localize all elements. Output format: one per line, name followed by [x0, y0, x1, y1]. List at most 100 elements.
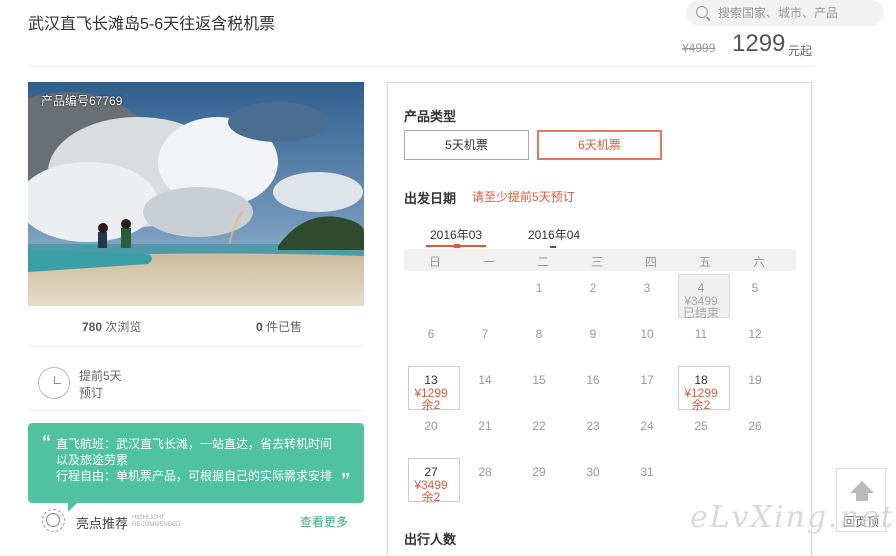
views-stat: 780 次浏览	[82, 318, 141, 335]
day-number: 31	[640, 465, 654, 479]
month-tab-april[interactable]: 2016年04	[528, 226, 580, 243]
day-number: 22	[532, 419, 546, 433]
search-input[interactable]	[718, 2, 878, 24]
day-number: 28	[478, 465, 492, 479]
calendar-day-available[interactable]: 13 ¥1299 余2	[404, 366, 460, 411]
calendar-day: 3	[620, 281, 674, 295]
month-indicator	[454, 244, 460, 248]
calendar-day: 1	[512, 281, 566, 295]
day-number: 25	[694, 419, 708, 433]
type-6day-button[interactable]: 6天机票	[537, 130, 662, 160]
calendar-day: 29	[512, 465, 566, 479]
view-more-link[interactable]: 查看更多	[300, 513, 348, 530]
arrow-up-icon	[850, 481, 874, 493]
day-number: 30	[586, 465, 600, 479]
watermark: eLvXing.net	[690, 500, 895, 535]
calendar-day: 21	[458, 419, 512, 433]
calendar-day: 7	[458, 327, 512, 341]
calendar-day-available[interactable]: 27 ¥3499 余2	[404, 458, 460, 504]
original-price: ¥4999	[682, 41, 716, 55]
highlight-line: 直飞航班：武汉直飞长滩，一站直达，省去转机时间	[56, 437, 333, 451]
views-count: 780	[82, 320, 103, 334]
day-number: 23	[586, 419, 600, 433]
day-number: 17	[640, 373, 654, 387]
weekday-wed: 三	[590, 255, 603, 269]
day-number: 20	[424, 419, 438, 433]
calendar-weekday-header: 日 一 二 三 四 五 六	[404, 249, 796, 271]
day-number: 29	[532, 465, 546, 479]
product-code: 产品编号67769	[41, 94, 123, 108]
day-number: 9	[589, 327, 597, 341]
sun-icon	[42, 509, 65, 532]
day-number: 26	[748, 419, 762, 433]
page-title: 武汉直飞长滩岛5-6天往返含税机票	[28, 16, 276, 33]
divider	[28, 66, 814, 67]
price-suffix: 元起	[788, 44, 813, 58]
divider	[28, 410, 364, 411]
weekday-thu: 四	[644, 255, 657, 269]
day-number: 19	[748, 373, 762, 387]
close-quote-icon: ”	[341, 470, 350, 490]
sold-suffix: 件已售	[266, 320, 303, 334]
highlight-en-line: HIGHLIGHT	[132, 515, 165, 521]
booking-panel: 产品类型 5天机票 6天机票 出发日期 请至少提前5天预订 2016年03 20…	[387, 82, 812, 556]
highlight-line: 行程自由：单机票产品，可根据自己的实际需求安排	[56, 469, 333, 483]
day-number: 6	[427, 327, 435, 341]
calendar-day: 15	[512, 373, 566, 387]
calendar-day: 6	[404, 327, 458, 341]
sold-count: 0	[256, 320, 263, 334]
calendar-day: 5	[728, 281, 782, 295]
day-number: 11	[694, 327, 708, 341]
day-number: 3	[643, 281, 651, 295]
day-number: 24	[640, 419, 654, 433]
day-number: 2	[589, 281, 597, 295]
day-number: 4	[697, 281, 705, 295]
date-tip: 请至少提前5天预订	[472, 190, 575, 204]
calendar-day: 14	[458, 373, 512, 387]
highlight-label-en: HIGHLIGHT RECOMMENDED	[132, 515, 180, 529]
calendar-day: 28	[458, 465, 512, 479]
calendar-day: 22	[512, 419, 566, 433]
calendar-day: 20	[404, 419, 458, 433]
highlight-box: “ 直飞航班：武汉直飞长滩，一站直达，省去转机时间 以及旅途劳累 行程自由：单机…	[28, 423, 364, 503]
weekday-sun: 日	[428, 255, 441, 269]
advance-days: 提前5天	[79, 369, 122, 383]
product-type-label: 产品类型	[404, 109, 457, 124]
calendar-day: 26	[728, 419, 782, 433]
day-number: 7	[481, 327, 489, 341]
day-number: 5	[751, 281, 759, 295]
calendar-day: 2	[566, 281, 620, 295]
highlight-line: 以及旅途劳累	[56, 453, 129, 467]
calendar-day: 9	[566, 327, 620, 341]
weekday-fri: 五	[698, 255, 711, 269]
weekday-sat: 六	[752, 255, 765, 269]
calendar-day: 23	[566, 419, 620, 433]
weekday-tue: 二	[536, 255, 549, 269]
departure-date-label: 出发日期	[404, 191, 457, 206]
calendar-day-available[interactable]: 18 ¥1299 余2	[674, 366, 730, 411]
clock-icon	[38, 367, 70, 399]
day-number: 8	[535, 327, 543, 341]
day-number: 14	[478, 373, 492, 387]
product-stats: 780 次浏览 0 件已售	[28, 318, 364, 338]
calendar-day: 24	[620, 419, 674, 433]
type-5day-button[interactable]: 5天机票	[404, 130, 529, 160]
advance-text: 预订	[79, 386, 104, 400]
weekday-mon: 一	[482, 255, 495, 269]
day-remaining: 余2	[421, 490, 441, 504]
day-number: 12	[748, 327, 762, 341]
beach-photo-image	[28, 82, 364, 306]
highlight-pointer	[68, 502, 78, 512]
search-box[interactable]	[686, 0, 884, 26]
calendar-day: 30	[566, 465, 620, 479]
highlight-label: 亮点推荐	[76, 516, 129, 531]
calendar-day: 10	[620, 327, 674, 341]
divider	[28, 346, 364, 347]
calendar-day: 25	[674, 419, 728, 433]
day-number: 10	[640, 327, 654, 341]
calendar-day: 19	[728, 373, 782, 387]
sold-stat: 0 件已售	[256, 318, 302, 335]
current-price: 1299	[732, 30, 786, 57]
calendar-day: 11	[674, 327, 728, 341]
advance-booking: 提前5天 预订	[79, 368, 122, 402]
